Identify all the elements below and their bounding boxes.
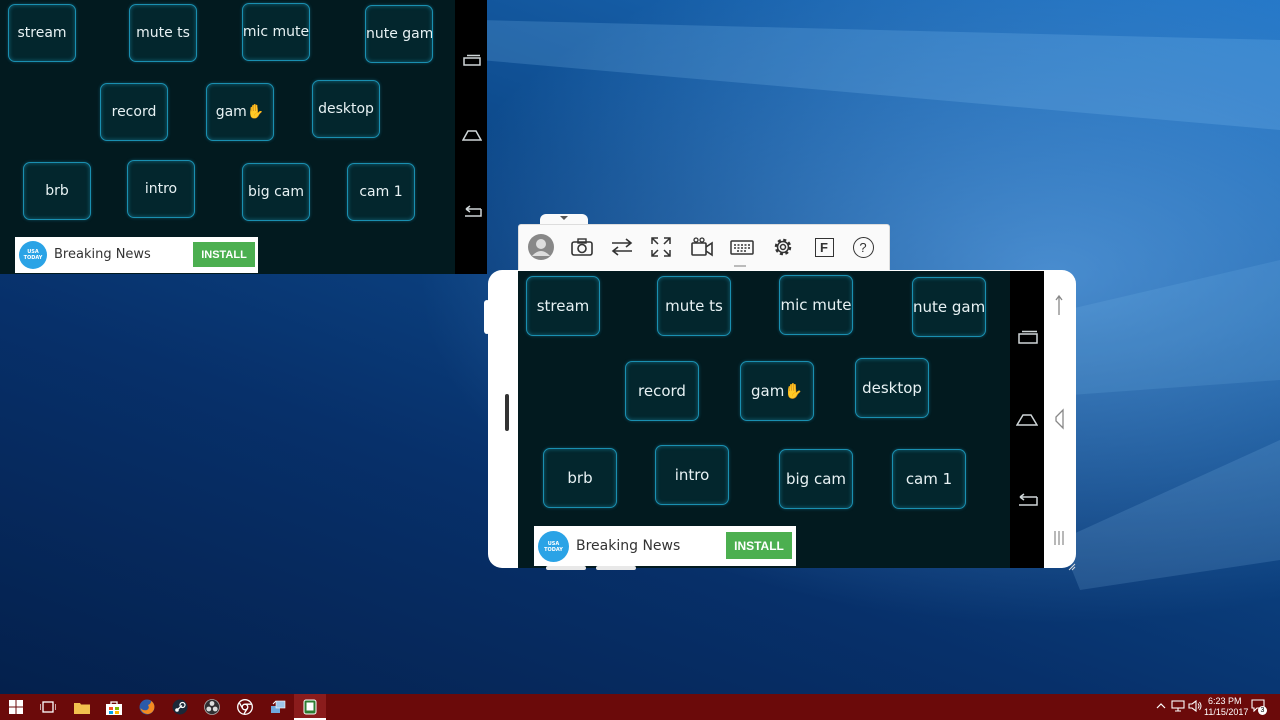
phone-cam1-button[interactable]: cam 1 — [892, 449, 966, 509]
recents-icon[interactable] — [463, 54, 481, 68]
show-hidden-icons-icon[interactable] — [1156, 702, 1166, 709]
record-button[interactable]: record — [100, 83, 168, 141]
chrome-icon[interactable] — [235, 697, 255, 717]
desktop-button[interactable]: desktop — [312, 80, 380, 138]
help-icon-label: ? — [852, 236, 874, 258]
phone-bottom-tabs — [546, 566, 636, 570]
record-video-icon[interactable] — [689, 234, 715, 260]
phone-ad-title: Breaking News — [576, 538, 681, 554]
file-explorer-icon[interactable] — [72, 697, 92, 717]
phone-record-button[interactable]: record — [625, 361, 699, 421]
phone-volume-key — [505, 394, 509, 431]
windows-start-icon[interactable] — [6, 697, 26, 717]
install-button[interactable]: INSTALL — [193, 242, 255, 267]
f-icon-label: F — [814, 237, 834, 257]
phone-app-active-tab[interactable] — [294, 694, 326, 720]
store-icon[interactable] — [104, 697, 124, 717]
phone-mute-ts-button[interactable]: mute ts — [657, 276, 731, 336]
side-menu-icon[interactable] — [1052, 530, 1066, 546]
obs-icon[interactable] — [202, 697, 222, 717]
phone-brb-button[interactable]: brb — [543, 448, 617, 508]
phone-hand-cursor-icon: ✋ — [784, 382, 803, 400]
swap-icon[interactable] — [609, 234, 635, 260]
game-button-label: gam — [215, 104, 247, 120]
toolbar-drag-handle[interactable] — [734, 265, 746, 267]
phone-game-button-label: gam — [750, 382, 785, 400]
clock-date[interactable]: 11/15/2017 — [1204, 707, 1248, 717]
collapse-arrow-icon — [560, 216, 568, 220]
phone-intro-button[interactable]: intro — [655, 445, 729, 505]
phone-install-button[interactable]: INSTALL — [726, 532, 792, 559]
help-icon[interactable]: ? — [850, 234, 876, 260]
phone-usa-today-logo: USA TODAY — [538, 531, 569, 562]
camera-icon[interactable] — [569, 234, 595, 260]
mute-ts-button[interactable]: mute ts — [129, 4, 197, 62]
windows-taskbar: 6:23 PM 11/15/2017 3 — [0, 694, 1280, 720]
ad-title: Breaking News — [54, 247, 151, 262]
phone-mute-game-button[interactable]: nute gam‹ — [912, 277, 986, 337]
phone-recents-icon[interactable] — [1018, 330, 1038, 345]
remote-desktop-icon[interactable] — [268, 697, 288, 717]
volume-icon[interactable] — [1188, 700, 1202, 712]
phone-home-icon[interactable] — [1016, 412, 1038, 427]
brb-button[interactable]: brb — [23, 162, 91, 220]
hand-cursor-icon: ✋ — [246, 104, 265, 120]
mic-mute-button[interactable]: mic mute — [242, 3, 310, 61]
phone-game-button[interactable]: gam ✋ — [740, 361, 814, 421]
phone-mic-mute-button[interactable]: mic mute — [779, 275, 853, 335]
phone-ad-banner[interactable]: USA TODAY Breaking News INSTALL — [534, 526, 796, 566]
avatar-icon[interactable] — [528, 234, 554, 260]
phone-android-nav-bar — [1010, 271, 1044, 568]
phone-big-cam-button[interactable]: big cam — [779, 449, 853, 509]
mute-game-button[interactable]: nute gam‹ — [365, 5, 433, 63]
side-back-icon[interactable] — [1052, 408, 1066, 430]
clock-time[interactable]: 6:23 PM — [1208, 696, 1242, 706]
phone-screen: stream mute ts mic mute nute gam‹ record… — [518, 271, 1010, 568]
mirror-toolbar: F ? — [518, 224, 890, 271]
network-icon[interactable] — [1171, 700, 1185, 712]
cam1-button[interactable]: cam 1 — [347, 163, 415, 221]
phone-stream-button[interactable]: stream — [526, 276, 600, 336]
settings-icon[interactable] — [770, 234, 796, 260]
notification-count-badge: 3 — [1258, 706, 1267, 715]
steam-icon[interactable] — [170, 697, 190, 717]
rotate-icon[interactable] — [1052, 294, 1066, 316]
phone-app-icon — [303, 699, 317, 715]
back-icon[interactable] — [461, 205, 483, 219]
keyboard-icon[interactable] — [729, 234, 755, 260]
mirrored-deck-panel: stream mute ts mic mute nute gam‹ record… — [0, 0, 455, 274]
stream-button[interactable]: stream — [8, 4, 76, 62]
phone-back-icon[interactable] — [1015, 493, 1039, 508]
game-button[interactable]: gam ✋ — [206, 83, 274, 141]
f-icon[interactable]: F — [811, 234, 837, 260]
big-cam-button[interactable]: big cam — [242, 163, 310, 221]
firefox-icon[interactable] — [137, 697, 157, 717]
android-nav-bar — [455, 0, 487, 274]
resize-grip-icon[interactable] — [1068, 563, 1076, 571]
ad-banner[interactable]: USA TODAY Breaking News INSTALL — [15, 237, 258, 273]
action-center-button[interactable]: 3 — [1250, 698, 1268, 716]
phone-side-key — [484, 300, 490, 334]
phone-desktop-button[interactable]: desktop — [855, 358, 929, 418]
task-view-icon[interactable] — [38, 697, 58, 717]
intro-button[interactable]: intro — [127, 160, 195, 218]
fullscreen-icon[interactable] — [648, 234, 674, 260]
usa-today-logo: USA TODAY — [19, 241, 47, 269]
home-icon[interactable] — [462, 128, 482, 142]
